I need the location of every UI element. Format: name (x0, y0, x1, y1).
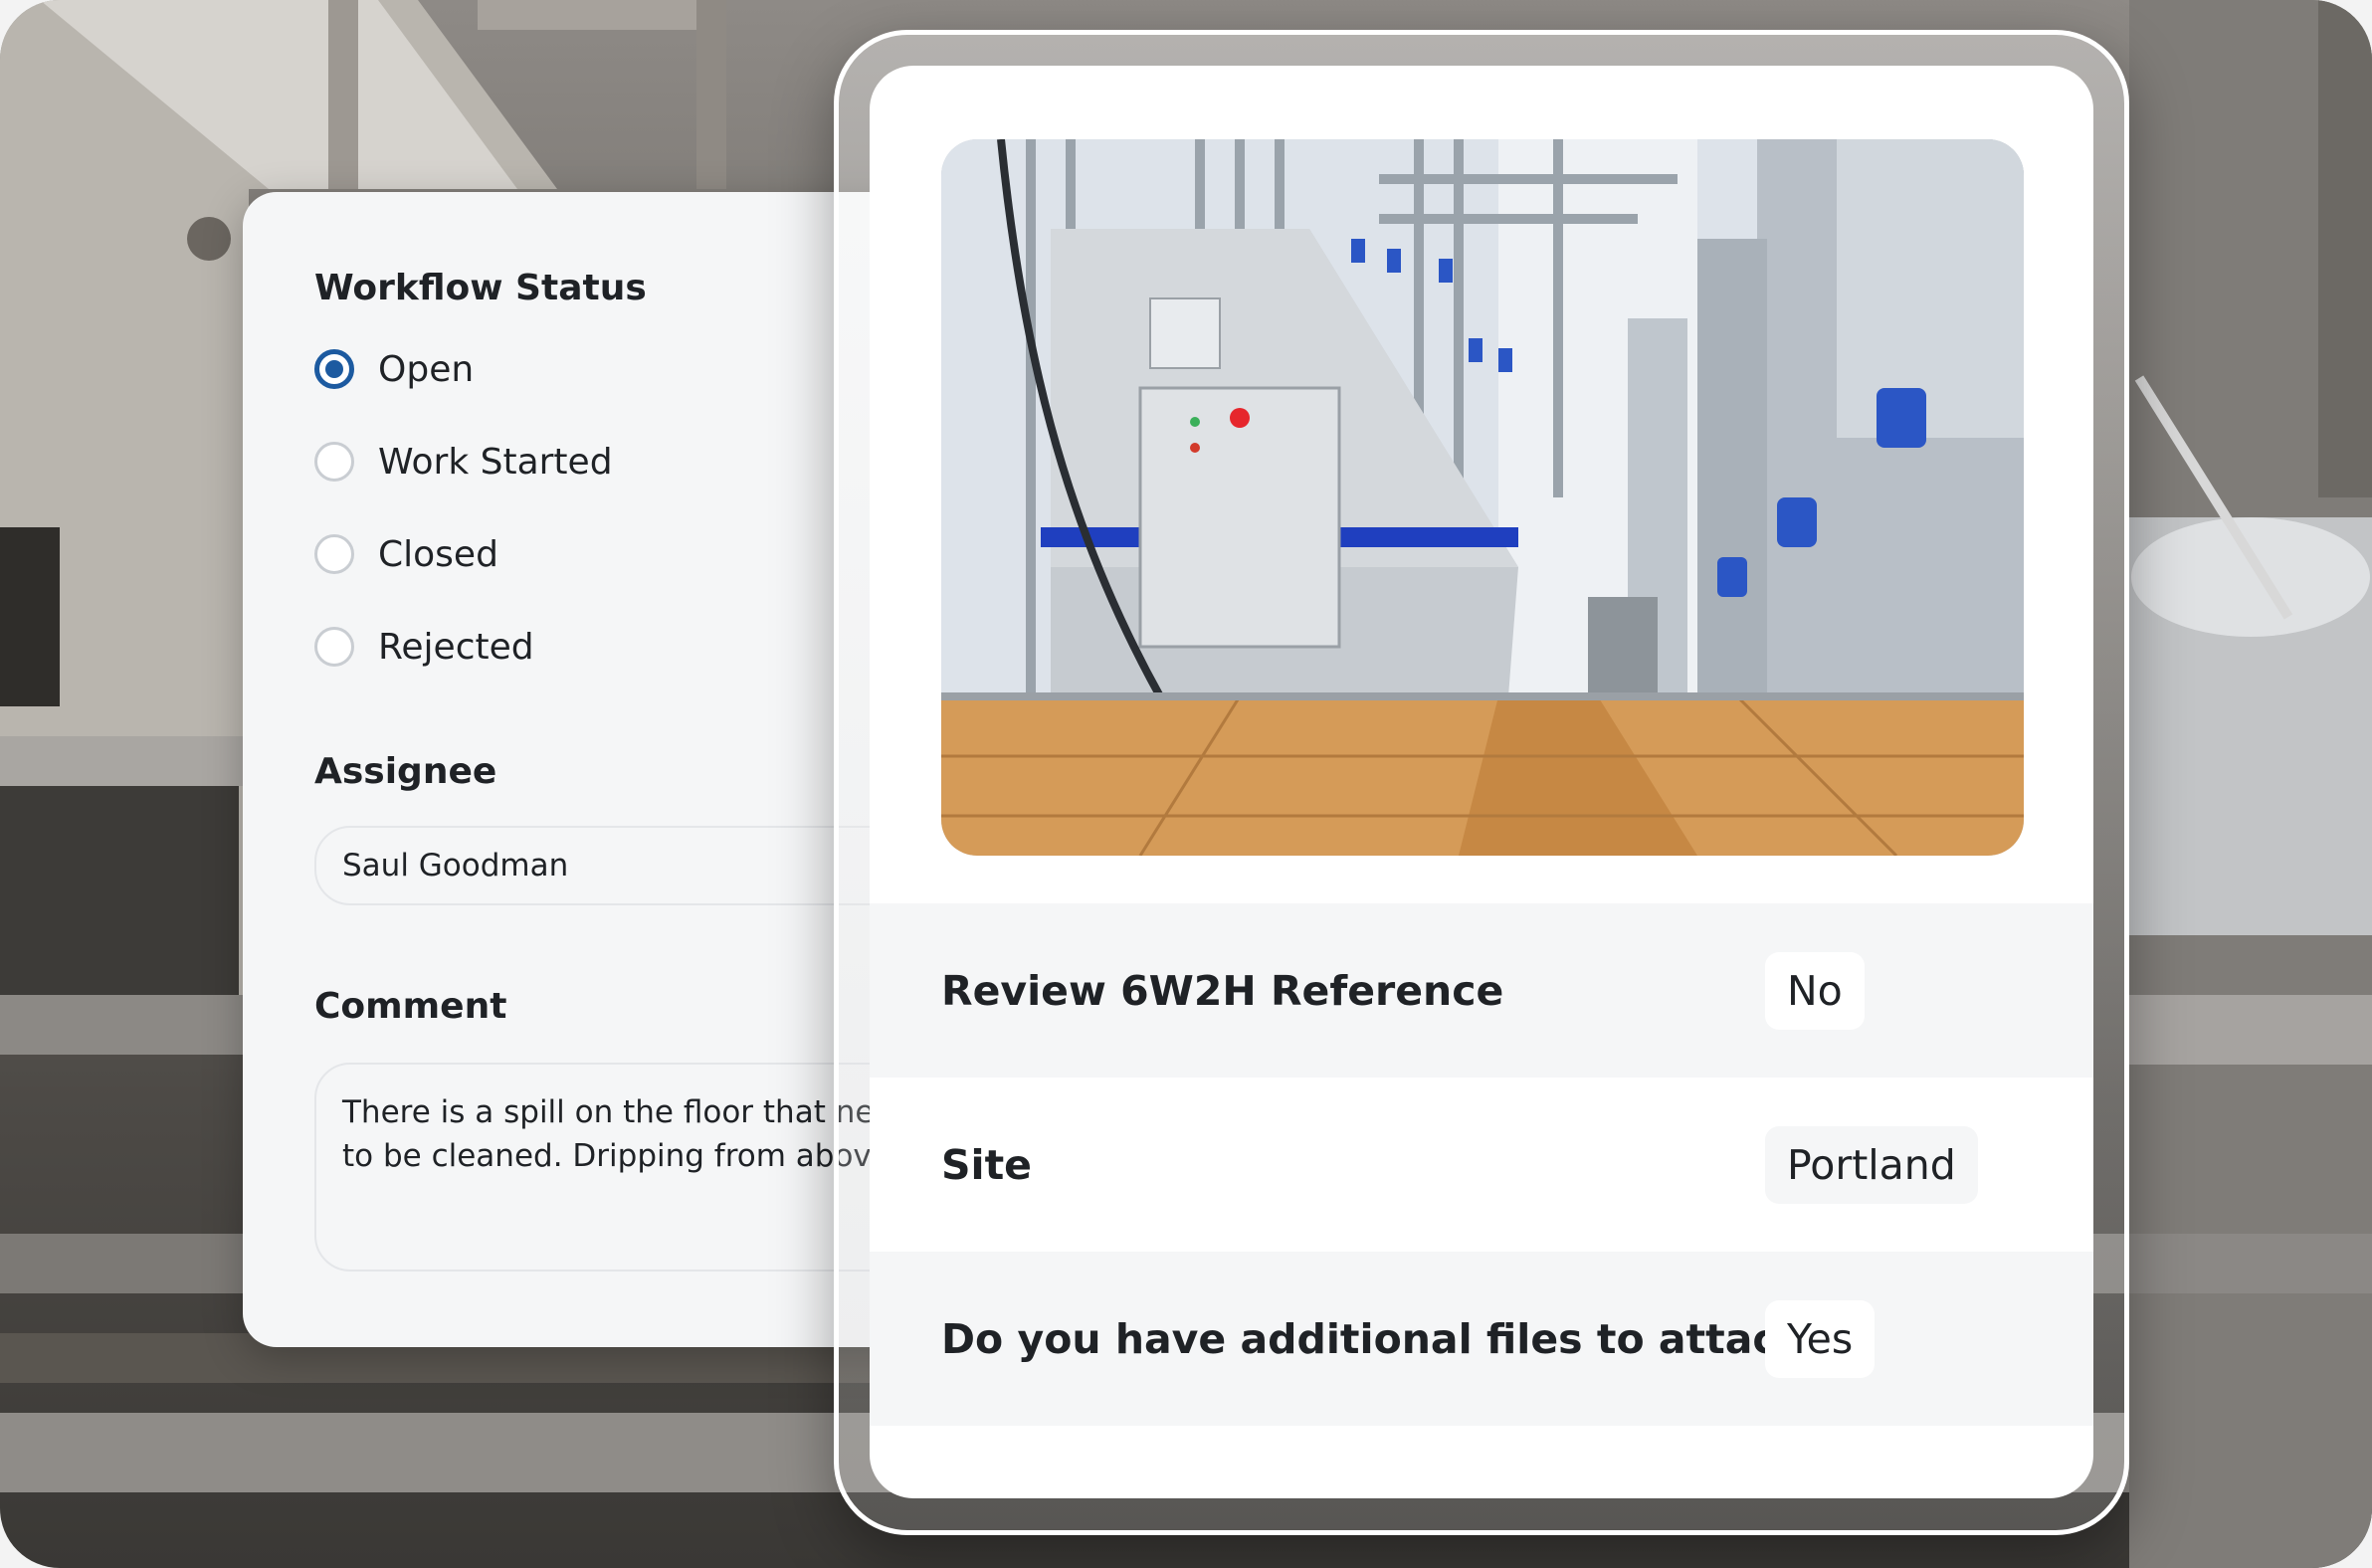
status-option-label: Work Started (378, 441, 613, 483)
assignee-title: Assignee (314, 751, 497, 792)
row-value-badge: Portland (1765, 1125, 1978, 1204)
detail-row-6w2h: Review 6W2H Reference No (870, 903, 2093, 1078)
detail-row-additional-files: Do you have additional files to attach? … (870, 1252, 2093, 1426)
radio-selected-icon[interactable] (314, 349, 354, 389)
assignee-input[interactable]: Saul Goodman (314, 826, 919, 905)
row-label: Review 6W2H Reference (941, 966, 1504, 1015)
status-option-work-started[interactable]: Work Started (314, 438, 613, 486)
status-option-closed[interactable]: Closed (314, 530, 498, 578)
row-value-badge: No (1765, 951, 1865, 1030)
workflow-status-title: Workflow Status (314, 268, 647, 308)
row-label: Do you have additional files to attach? (941, 1314, 1830, 1363)
comment-title: Comment (314, 986, 507, 1027)
status-option-label: Rejected (378, 626, 534, 668)
comment-textarea[interactable]: There is a spill on the floor that needs… (314, 1063, 919, 1272)
radio-unselected-icon[interactable] (314, 627, 354, 667)
factory-photo (941, 139, 2024, 856)
row-label: Site (941, 1140, 1032, 1189)
workflow-form-card: Workflow Status Open Work Started Closed… (243, 192, 919, 1347)
row-value-badge: Yes (1765, 1299, 1876, 1378)
status-option-rejected[interactable]: Rejected (314, 623, 534, 671)
detail-row-site: Site Portland (870, 1078, 2093, 1252)
detail-card: Review 6W2H Reference No Site Portland D… (870, 66, 2093, 1498)
radio-unselected-icon[interactable] (314, 442, 354, 482)
status-option-label: Closed (378, 533, 498, 575)
status-option-open[interactable]: Open (314, 345, 474, 393)
radio-unselected-icon[interactable] (314, 534, 354, 574)
status-option-label: Open (378, 348, 475, 390)
